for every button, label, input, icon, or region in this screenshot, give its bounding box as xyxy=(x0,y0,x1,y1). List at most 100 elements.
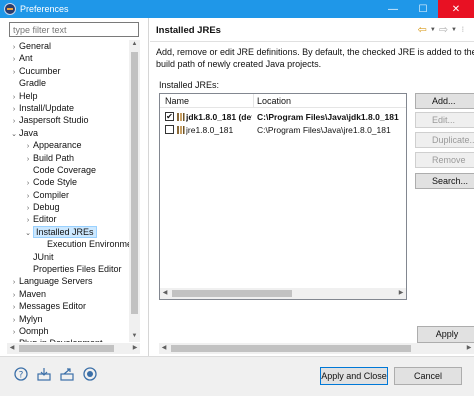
tree-item-label: Cucumber xyxy=(19,65,61,76)
tree-item-label: Jaspersoft Studio xyxy=(19,115,89,126)
tree-item[interactable]: Execution Environment xyxy=(7,238,129,250)
jre-library-icon xyxy=(177,113,185,121)
tree-item[interactable]: › Code Style xyxy=(7,176,129,188)
forward-arrow-icon[interactable]: ⇨ xyxy=(439,23,448,36)
window-title: Preferences xyxy=(20,4,69,14)
import-icon[interactable] xyxy=(37,367,51,381)
back-dropdown-icon[interactable]: ▼ xyxy=(430,27,436,33)
title-bar: Preferences — ☐ ✕ xyxy=(0,0,474,18)
tree-item[interactable]: Code Coverage xyxy=(7,164,129,176)
installed-jres-label: Installed JREs: xyxy=(159,80,220,90)
scroll-left-arrow-icon[interactable]: ◀ xyxy=(160,344,168,353)
tree-item[interactable]: › Compiler xyxy=(7,189,129,201)
apply-button[interactable]: Apply xyxy=(417,326,474,343)
tree-item-label: Code Style xyxy=(33,177,78,188)
maximize-button[interactable]: ☐ xyxy=(408,0,438,18)
tree-item[interactable]: › Language Servers xyxy=(7,275,129,287)
tree-item-label: Java xyxy=(19,127,39,138)
search-jre-button[interactable]: Search... xyxy=(415,173,474,189)
column-divider[interactable] xyxy=(253,94,254,108)
jre-checkbox[interactable]: ✔ xyxy=(165,112,174,121)
help-icon[interactable]: ? xyxy=(14,367,28,381)
jre-table: Name Location ✔ jdk1.8.0_181 (default) C… xyxy=(159,93,407,300)
svg-text:?: ? xyxy=(19,371,24,381)
tree-item-label: Language Servers xyxy=(19,276,93,287)
tree-item[interactable]: JUnit xyxy=(7,251,129,263)
tree-item-label: Compiler xyxy=(33,189,70,200)
tree-item[interactable]: Gradle xyxy=(7,77,129,89)
jre-location: C:\Program Files\Java\jdk1.8.0_181 xyxy=(257,112,399,122)
table-horizontal-scrollbar[interactable]: ◀ ▶ xyxy=(160,288,406,299)
expand-chevron-icon[interactable]: › xyxy=(9,339,19,342)
apply-and-close-button[interactable]: Apply and Close xyxy=(320,367,388,385)
tree-item[interactable]: › Appearance xyxy=(7,139,129,151)
scroll-down-arrow-icon[interactable]: ▼ xyxy=(131,333,138,341)
tree-item-label: Installed JREs xyxy=(33,225,97,238)
view-menu-icon[interactable]: ⋮ xyxy=(460,26,466,33)
tree-item-label: JUnit xyxy=(33,251,54,262)
tree-item[interactable]: › Help xyxy=(7,90,129,102)
scroll-thumb[interactable] xyxy=(19,345,114,352)
close-button[interactable]: ✕ xyxy=(438,0,474,18)
tree-item[interactable]: › Mylyn xyxy=(7,313,129,325)
add-jre-button[interactable]: Add... xyxy=(415,93,474,109)
scroll-right-arrow-icon[interactable]: ▶ xyxy=(397,289,405,298)
history-navigation: ⇦ ▼ ⇨ ▼ ⋮ xyxy=(418,23,466,36)
scroll-left-arrow-icon[interactable]: ◀ xyxy=(161,289,169,298)
tree-item[interactable]: › Editor xyxy=(7,213,129,225)
tree-item-label: Install/Update xyxy=(19,102,75,113)
tree-item-label: Debug xyxy=(33,202,60,213)
tree-item[interactable]: ⌄ Installed JREs xyxy=(7,225,129,238)
tree-item[interactable]: › Jaspersoft Studio xyxy=(7,114,129,126)
tree-item[interactable]: › Oomph xyxy=(7,325,129,337)
remove-jre-button[interactable]: Remove xyxy=(415,152,474,168)
tree-item[interactable]: ›Plug-in Development xyxy=(7,337,129,342)
bottom-toolbar: ? xyxy=(14,367,97,381)
scroll-right-arrow-icon[interactable]: ▶ xyxy=(465,344,473,353)
scroll-thumb[interactable] xyxy=(172,290,292,297)
tree-item-label: Gradle xyxy=(19,78,47,89)
tree-item-label: Messages Editor xyxy=(19,301,87,312)
tree-item[interactable]: › General xyxy=(7,40,129,52)
back-arrow-icon[interactable]: ⇦ xyxy=(418,23,427,36)
tree-item-label: Code Coverage xyxy=(33,164,97,175)
tree-item-label: Appearance xyxy=(33,140,82,151)
tree-item[interactable]: ⌄ Java xyxy=(7,127,129,139)
forward-dropdown-icon[interactable]: ▼ xyxy=(451,27,457,33)
column-header-name[interactable]: Name xyxy=(165,96,189,106)
page-horizontal-scrollbar[interactable]: ◀ ▶ xyxy=(159,343,474,354)
tree-item-label: Ant xyxy=(19,53,33,64)
duplicate-jre-button[interactable]: Duplicate... xyxy=(415,132,474,148)
jre-library-icon xyxy=(177,126,185,134)
tree-item[interactable]: › Build Path xyxy=(7,152,129,164)
jre-checkbox[interactable] xyxy=(165,125,174,134)
tree-item[interactable]: Properties Files Editor xyxy=(7,263,129,275)
tree-item[interactable]: › Install/Update xyxy=(7,102,129,114)
tree-item[interactable]: › Maven xyxy=(7,288,129,300)
edit-jre-button[interactable]: Edit... xyxy=(415,112,474,128)
export-icon[interactable] xyxy=(60,367,74,381)
scroll-left-arrow-icon[interactable]: ◀ xyxy=(8,344,16,353)
scroll-up-arrow-icon[interactable]: ▲ xyxy=(131,41,138,49)
scroll-thumb[interactable] xyxy=(131,52,138,314)
tree-item[interactable]: › Messages Editor xyxy=(7,300,129,312)
tree-vertical-scrollbar[interactable]: ▲ ▼ xyxy=(129,40,140,342)
tree-item-label: Mylyn xyxy=(19,313,43,324)
tree-item[interactable]: › Debug xyxy=(7,201,129,213)
filter-input[interactable] xyxy=(9,22,139,37)
scroll-right-arrow-icon[interactable]: ▶ xyxy=(131,344,139,353)
tree-item[interactable]: › Ant xyxy=(7,52,129,64)
column-header-location[interactable]: Location xyxy=(257,96,291,106)
preference-page: Installed JREs ⇦ ▼ ⇨ ▼ ⋮ Add, remove or … xyxy=(150,18,474,356)
table-row[interactable]: ✔ jdk1.8.0_181 (default) C:\Program File… xyxy=(160,111,406,123)
table-row[interactable]: jre1.8.0_181 C:\Program Files\Java\jre1.… xyxy=(160,124,406,136)
jre-name: jre1.8.0_181 xyxy=(186,125,234,135)
scroll-thumb[interactable] xyxy=(171,345,411,352)
tree-item[interactable]: › Cucumber xyxy=(7,65,129,77)
tree-item-label: Build Path xyxy=(33,152,75,163)
tree-horizontal-scrollbar[interactable]: ◀ ▶ xyxy=(7,343,140,354)
minimize-button[interactable]: — xyxy=(378,0,408,18)
cancel-button[interactable]: Cancel xyxy=(394,367,462,385)
jre-name: jdk1.8.0_181 (default) xyxy=(186,112,252,122)
record-icon[interactable] xyxy=(83,367,97,381)
